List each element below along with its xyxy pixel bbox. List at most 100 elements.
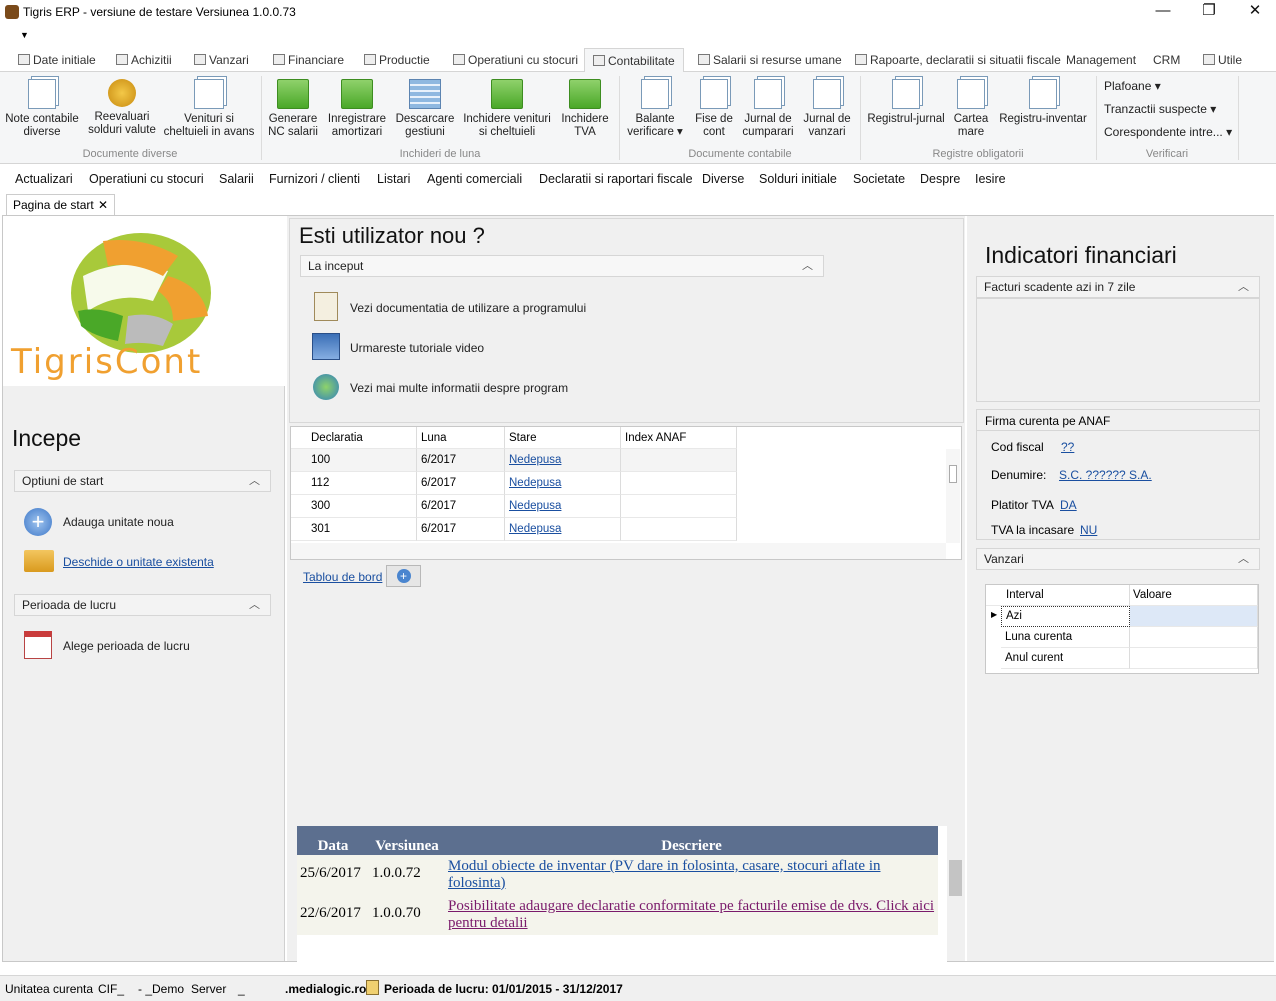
news-scrollbar[interactable] [948,836,964,948]
grid-cell[interactable] [621,472,737,495]
status-link[interactable]: Nedepusa [505,449,621,472]
alege-perioada-link[interactable]: Alege perioada de lucru [63,639,190,653]
tab-contabilitate[interactable]: Contabilitate [584,48,684,73]
menu-listari[interactable]: Listari [377,172,410,186]
note-contabile-button[interactable]: Note contabile diverse [4,76,80,139]
menu-iesire[interactable]: Iesire [975,172,1006,186]
grid-header[interactable]: Declaratia [291,427,417,449]
informatii-program-link[interactable]: Vezi mai multe informatii despre program [350,381,568,395]
adauga-unitate-link[interactable]: Adauga unitate noua [63,515,174,529]
maximize-button[interactable]: ❐ [1186,0,1232,24]
perioada-de-lucru-section[interactable]: Perioada de lucru ︿ [14,594,271,616]
menu-solduri-initiale[interactable]: Solduri initiale [759,172,837,186]
menu-actualizari[interactable]: Actualizari [15,172,73,186]
table-row[interactable]: 100 [291,449,417,472]
descarcare-gestiuni-button[interactable]: Descarcare gestiuni [392,76,458,139]
tab-salarii[interactable]: Salarii si resurse umane [698,48,842,72]
news-link[interactable]: Posibilitate adaugare declaratie conform… [448,898,934,931]
qat-dropdown-icon[interactable]: ▼ [20,30,29,40]
add-dashboard-button[interactable]: + [386,565,421,587]
tutoriale-video-link[interactable]: Urmareste tutoriale video [350,341,484,355]
tab-operatiuni-stocuri[interactable]: Operatiuni cu stocuri [453,48,578,72]
table-row[interactable]: Azi [1001,606,1130,627]
tab-financiare[interactable]: Financiare [273,48,344,72]
menu-furnizori-clienti[interactable]: Furnizori / clienti [269,172,360,186]
denumire-value[interactable]: S.C. ?????? S.A. [1059,468,1152,482]
registru-inventar-button[interactable]: Registru-inventar [996,76,1090,126]
cod-fiscal-value[interactable]: ?? [1061,440,1074,454]
add-unit-icon[interactable]: + [24,508,52,536]
tab-management[interactable]: Management [1066,48,1136,72]
menu-societate[interactable]: Societate [853,172,905,186]
tab-rapoarte[interactable]: Rapoarte, declaratii si situatii fiscale [855,48,1061,72]
optiuni-de-start-section[interactable]: Optiuni de start ︿ [14,470,271,492]
table-row[interactable]: 301 [291,518,417,541]
jurnal-vanzari-button[interactable]: Jurnal de vanzari [799,76,855,139]
tab-productie[interactable]: Productie [364,48,430,72]
plafoane-menu[interactable]: Plafoane ▾ [1104,79,1161,93]
status-link[interactable]: Nedepusa [505,518,621,541]
menu-salarii[interactable]: Salarii [219,172,254,186]
grid-header[interactable]: Index ANAF [621,427,737,449]
inregistrare-amortizari-button[interactable]: Inregistrare amortizari [325,76,389,139]
collapse-icon[interactable]: ︿ [249,595,260,615]
grid-header[interactable]: Interval [986,585,1130,606]
tab-vanzari[interactable]: Vanzari [194,48,249,72]
fise-cont-button[interactable]: Fise de cont [691,76,737,139]
collapse-icon[interactable]: ︿ [249,471,260,491]
grid-cell[interactable] [1130,648,1258,669]
scrollbar-thumb[interactable] [949,465,957,483]
grid-header[interactable]: Luna [417,427,505,449]
deschide-unitate-link[interactable]: Deschide o unitate existenta [63,555,214,569]
tab-achizitii[interactable]: Achizitii [116,48,172,72]
status-link[interactable]: Nedepusa [505,472,621,495]
minimize-button[interactable]: — [1140,0,1186,24]
collapse-icon[interactable]: ︿ [1238,549,1249,569]
platitor-tva-value[interactable]: DA [1060,498,1077,512]
horizontal-scrollbar[interactable] [291,543,946,559]
grid-cell[interactable]: 6/2017 [417,472,505,495]
table-row[interactable]: Anul curent [1001,648,1130,669]
tablou-de-bord-link[interactable]: Tablou de bord [303,570,382,584]
scrollbar-thumb[interactable] [949,860,962,896]
cartea-mare-button[interactable]: Cartea mare [950,76,992,139]
registrul-jurnal-button[interactable]: Registrul-jurnal [864,76,948,126]
facturi-scadente-section[interactable]: Facturi scadente azi in 7 zile ︿ [976,276,1260,298]
tab-utile[interactable]: Utile [1203,48,1242,72]
la-inceput-section[interactable]: La inceput ︿ [300,255,824,277]
close-button[interactable]: ✕ [1232,0,1276,24]
table-row[interactable]: 300 [291,495,417,518]
corespondente-menu[interactable]: Corespondente intre... ▾ [1104,125,1232,139]
generare-nc-salarii-button[interactable]: Generare NC salarii [264,76,322,139]
tranzactii-suspecte-menu[interactable]: Tranzactii suspecte ▾ [1104,102,1216,116]
vanzari-section[interactable]: Vanzari ︿ [976,548,1260,570]
menu-despre[interactable]: Despre [920,172,960,186]
jurnal-cumparari-button[interactable]: Jurnal de cumparari [740,76,796,139]
vertical-scrollbar[interactable] [946,449,960,543]
tab-date-initiale[interactable]: Date initiale [18,48,96,72]
venituri-cheltuieli-avans-button[interactable]: Venituri si cheltuieli in avans [163,76,255,139]
grid-cell[interactable] [621,518,737,541]
documentatie-link[interactable]: Vezi documentatia de utilizare a program… [350,301,586,315]
grid-header[interactable]: Valoare [1130,585,1258,606]
inchidere-tva-button[interactable]: Inchidere TVA [556,76,614,139]
balante-verificare-button[interactable]: Balante verificare ▾ [622,76,688,139]
close-tab-icon[interactable]: ✕ [98,195,108,215]
tab-crm[interactable]: CRM [1153,48,1180,72]
collapse-icon[interactable]: ︿ [802,256,813,276]
inchidere-venituri-button[interactable]: Inchidere venituri si cheltuieli [461,76,553,139]
tab-pagina-de-start[interactable]: Pagina de start ✕ [6,194,115,215]
collapse-icon[interactable]: ︿ [1238,277,1249,297]
table-row[interactable]: Luna curenta [1001,627,1130,648]
grid-cell[interactable]: 6/2017 [417,449,505,472]
menu-agenti-comerciali[interactable]: Agenti comerciali [427,172,522,186]
grid-cell[interactable]: 6/2017 [417,495,505,518]
grid-cell[interactable] [1130,606,1258,627]
reevaluari-button[interactable]: Reevaluari solduri valute [84,76,160,137]
status-link[interactable]: Nedepusa [505,495,621,518]
grid-cell[interactable] [621,449,737,472]
grid-header[interactable]: Stare [505,427,621,449]
menu-operatiuni-stocuri[interactable]: Operatiuni cu stocuri [89,172,204,186]
menu-declaratii[interactable]: Declaratii si raportari fiscale [539,172,693,186]
table-row[interactable]: 112 [291,472,417,495]
